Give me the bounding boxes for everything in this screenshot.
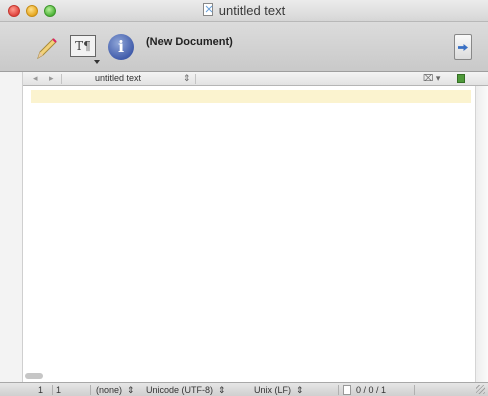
line-number-gutter [0, 72, 23, 382]
navigation-bar: ◂ ▸ untitled text ⇕ ⌧ ▾ [23, 72, 488, 86]
text-options-icon[interactable]: T¶ [70, 35, 96, 57]
language-chevron-icon: ⇕ [127, 385, 135, 395]
status-divider [338, 385, 339, 395]
vertical-scrollbar[interactable] [475, 86, 488, 382]
window-title: untitled text [218, 3, 286, 18]
language-selector[interactable]: (none) ⇕ [96, 385, 135, 396]
line-endings-value: Unix (LF) [254, 385, 292, 395]
document-counts[interactable]: 0 / 0 / 1 [356, 385, 386, 395]
status-divider [90, 385, 91, 395]
text-editor[interactable] [23, 86, 475, 382]
encoding-selector[interactable]: Unicode (UTF-8) ⇕ [146, 385, 226, 396]
window-title-wrap: untitled text [0, 3, 488, 18]
document-icon [202, 3, 213, 16]
resize-grip-icon[interactable] [476, 385, 485, 394]
file-selector[interactable]: untitled text [95, 73, 141, 83]
toolbar: T¶ i (New Document) [0, 22, 488, 72]
editor-window: untitled text T¶ i (New Document) ◂ ▸ un… [0, 0, 488, 396]
forward-arrow-icon[interactable]: ▸ [49, 73, 54, 84]
language-value: (none) [96, 385, 123, 395]
page-icon [343, 385, 351, 395]
nav-divider [61, 74, 62, 84]
horizontal-scroll-knob[interactable] [25, 373, 43, 379]
symbols-menu-icon[interactable]: ⌧ ▾ [423, 73, 440, 84]
nav-divider [195, 74, 196, 84]
text-options-dropdown-arrow[interactable] [94, 60, 100, 64]
document-name: (New Document) [146, 36, 233, 48]
back-arrow-icon[interactable]: ◂ [33, 73, 38, 84]
sidebar-arrow-icon [458, 44, 468, 51]
file-selector-chevron-icon[interactable]: ⇕ [183, 73, 191, 84]
status-divider [52, 385, 53, 395]
info-icon[interactable]: i [108, 34, 134, 60]
line-number[interactable]: 1 [38, 385, 43, 395]
pencil-icon[interactable] [32, 34, 60, 62]
title-bar[interactable]: untitled text [0, 0, 488, 22]
line-endings-chevron-icon: ⇕ [296, 385, 304, 395]
status-bar: 1 1 (none) ⇕ Unicode (UTF-8) ⇕ Unix (LF)… [0, 382, 488, 396]
document-status-icon[interactable] [457, 74, 465, 83]
status-divider [414, 385, 415, 395]
line-endings-selector[interactable]: Unix (LF) ⇕ [254, 385, 304, 396]
encoding-chevron-icon: ⇕ [218, 385, 226, 395]
encoding-value: Unicode (UTF-8) [146, 385, 214, 395]
sidebar-toggle-icon[interactable] [454, 34, 472, 60]
column-number[interactable]: 1 [56, 385, 61, 395]
current-line-highlight [31, 90, 471, 103]
